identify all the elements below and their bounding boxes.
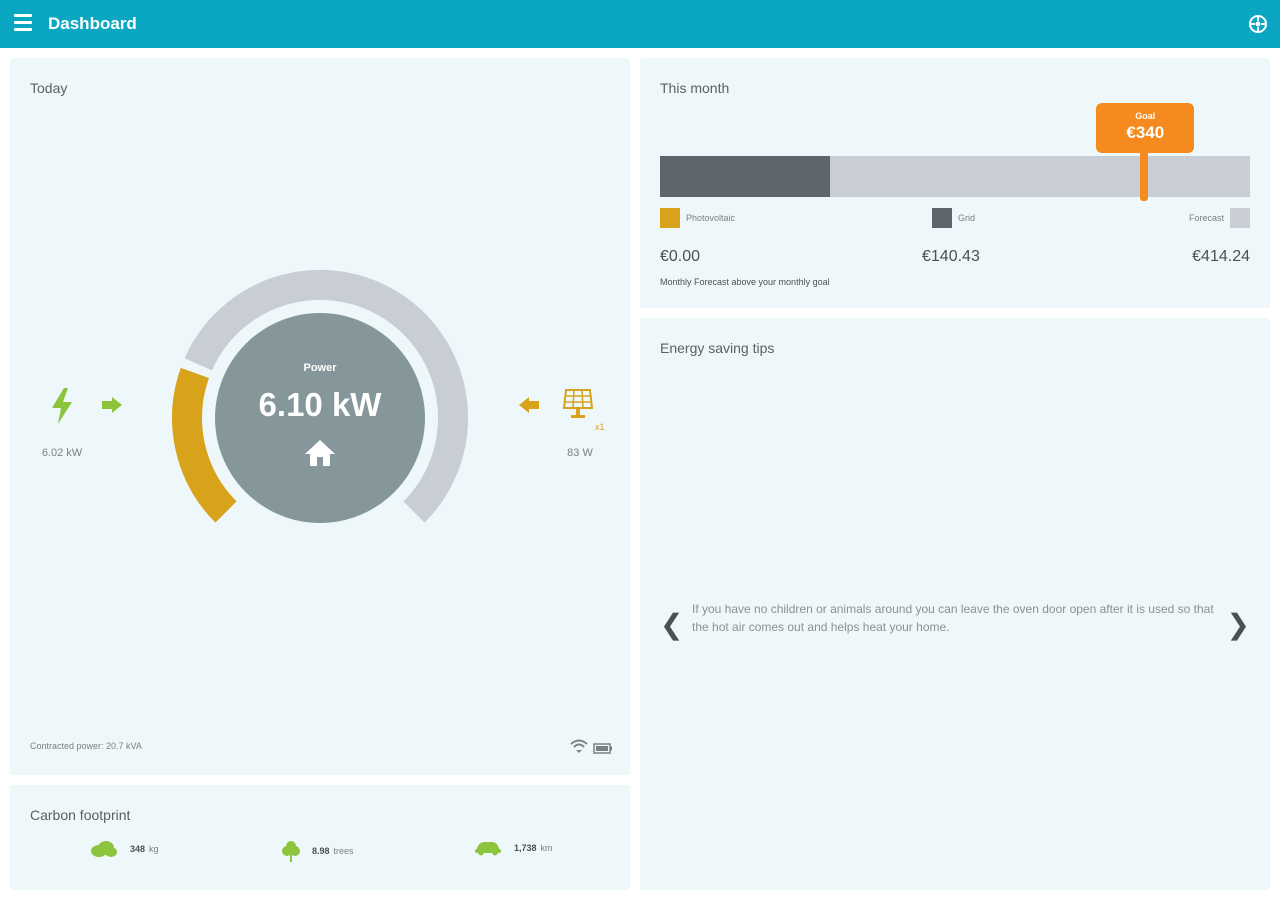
page-title: Dashboard [48,14,137,33]
co2-value: 348 [130,844,146,854]
forecast-amount: €414.24 [1192,248,1250,265]
car-icon [475,842,501,856]
energy-tips-title: Energy saving tips [660,340,775,356]
top-app-bar: Dashboard [0,0,1280,48]
grid-cost-bar-segment [660,156,830,197]
carbon-co2-item: 348 kg [90,840,159,858]
grid-swatch [932,208,952,228]
photovoltaic-amount: €0.00 [660,248,701,265]
arrow-right-icon [102,397,122,418]
contracted-power: Contracted power: 20.7 kVA [30,741,142,751]
grid-power-value: 6.02 kW [41,447,83,459]
km-value: 1,738 [514,843,537,853]
wifi-icon [570,739,588,758]
monthly-cost-bar [660,156,1250,197]
km-unit: km [540,843,553,853]
next-tip-chevron-icon[interactable]: ❯ [1227,608,1250,641]
power-label: Power [303,362,337,374]
legend-forecast: Forecast [1189,208,1250,228]
carbon-km-item: 1,738 km [474,840,553,856]
lightning-bolt-icon [50,388,74,429]
legend-photovoltaic: Photovoltaic [660,208,735,228]
battery-icon [593,741,613,759]
carbon-trees-item: 8.98 trees [282,840,354,862]
trees-value: 8.98 [312,846,330,856]
monthly-forecast-note: Monthly Forecast above your monthly goal [660,277,830,287]
photovoltaic-swatch [660,208,680,228]
grid-amount: €140.43 [922,248,980,265]
goal-value: €340 [1126,123,1165,142]
arrow-left-icon [519,397,539,418]
hamburger-menu-icon[interactable] [14,14,34,34]
energy-tips-card: Energy saving tips ❮ If you have no chil… [640,318,1270,890]
this-month-title: This month [660,80,730,96]
goal-stick [1140,151,1149,201]
forecast-swatch [1230,208,1250,228]
carbon-footprint-card: Carbon footprint 348 kg 8.98 trees 1,738… [10,785,630,890]
previous-tip-chevron-icon[interactable]: ❮ [660,608,683,641]
power-value: 6.10 kW [258,386,382,423]
house-icon [303,438,337,473]
tip-text: If you have no children or animals aroun… [692,602,1214,634]
co2-unit: kg [149,844,159,854]
goal-bubble: Goal €340 [1096,103,1195,153]
legend-photovoltaic-label: Photovoltaic [686,213,736,223]
legend-forecast-label: Forecast [1188,213,1224,223]
legend-grid: Grid [932,208,975,228]
this-month-card: This month Goal €340 Photovoltaic Grid F… [640,58,1270,308]
settings-icon[interactable] [1248,14,1268,34]
trees-unit: trees [333,846,354,856]
legend-grid-label: Grid [958,213,976,223]
solar-power-value: 83 W [567,447,593,459]
cloud-co2-icon [91,841,117,857]
carbon-footprint-title: Carbon footprint [30,807,131,823]
solar-multiplier: x1 [595,422,605,432]
today-card: Today Power 6.10 kW 6.02 kW x1 83 W Cont… [10,58,630,775]
goal-label: Goal [1135,111,1156,121]
solar-panel-icon [562,388,594,425]
tree-icon [282,841,300,862]
